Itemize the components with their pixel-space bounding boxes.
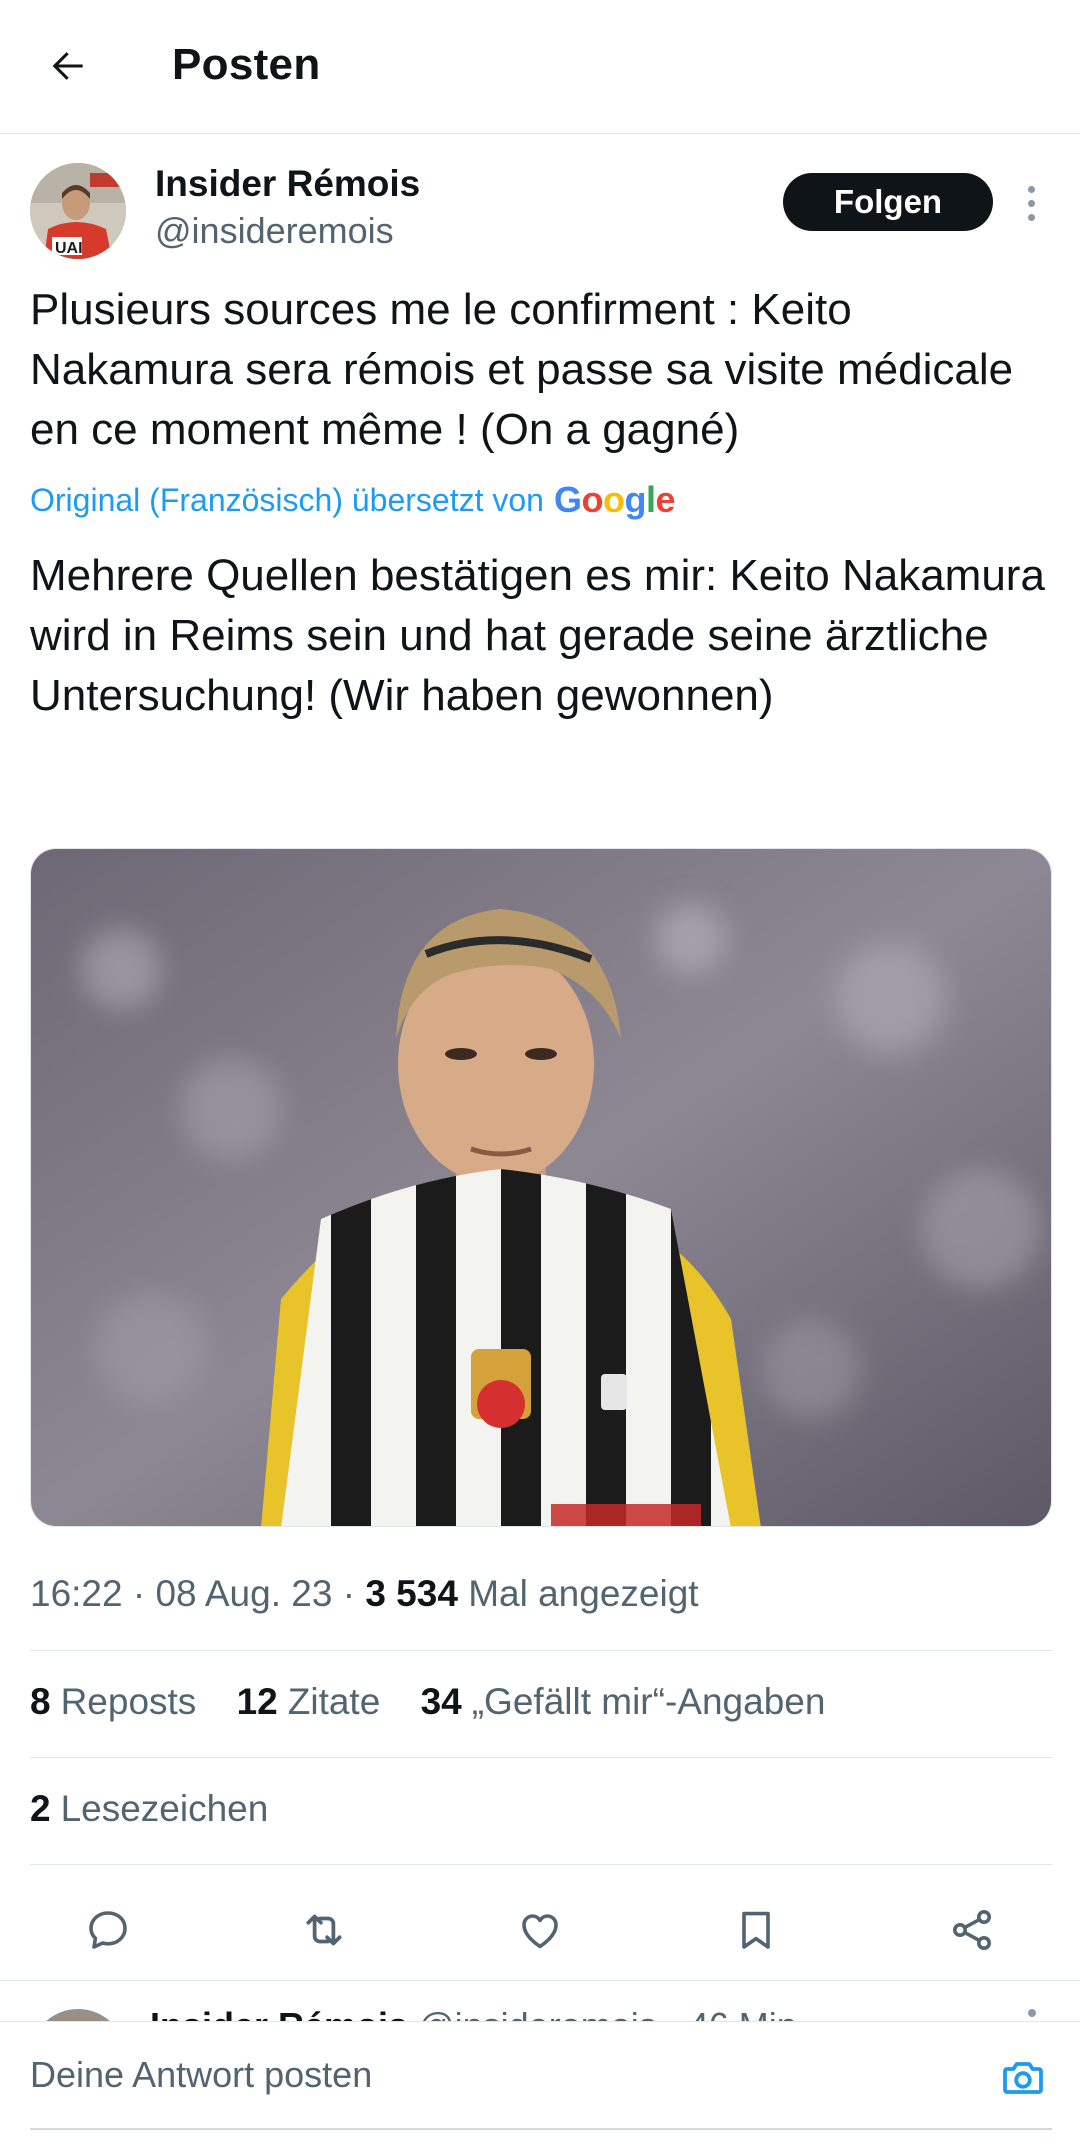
reply-author-meta: @insideremois · 46 Min. (418, 2005, 807, 2021)
bookmark-button[interactable] (724, 1898, 788, 1962)
like-icon (522, 1914, 558, 1949)
camera-button[interactable] (995, 2050, 1051, 2106)
reply-icon (89, 1911, 127, 1949)
google-logo: Google (553, 479, 676, 520)
author-handle[interactable]: @insideremois (155, 210, 394, 252)
reply-input[interactable]: Deine Antwort posten (30, 2022, 960, 2128)
reposts-stat[interactable]: 8 Reposts (30, 1681, 196, 1722)
translation-note: Original (Französisch) übersetzt von (30, 481, 544, 518)
player-photo (31, 849, 1051, 1526)
input-underline (30, 2128, 1052, 2130)
view-count: 3 534 (365, 1573, 458, 1614)
translated-tweet-text: Mehrere Quellen bestätigen es mir: Keito… (30, 551, 1045, 720)
action-bar (0, 1880, 1080, 1980)
divider (30, 1757, 1052, 1758)
more-vertical-icon-dot (1027, 213, 1035, 221)
like-button[interactable] (508, 1898, 572, 1962)
meta-separator: · (332, 1573, 366, 1614)
quotes-count: 12 (236, 1681, 278, 1722)
divider (30, 1650, 1052, 1651)
divider (30, 1864, 1052, 1865)
quotes-label: Zitate (287, 1681, 381, 1722)
author-avatar[interactable]: UAI (30, 163, 126, 259)
repost-icon (306, 1914, 342, 1946)
share-button[interactable] (940, 1898, 1004, 1962)
likes-count: 34 (420, 1681, 462, 1722)
tweet-time: 16:22 (30, 1573, 123, 1614)
back-button[interactable] (36, 34, 100, 98)
engagement-stats: 8 Reposts 12 Zitate 34 „Gefällt mir“-Angabe… (30, 1681, 855, 1723)
bookmarks-stat[interactable]: 2 Lesezeichen (30, 1788, 268, 1830)
quotes-stat[interactable]: 12 Zitate (237, 1681, 381, 1722)
avatar-image: UAI (30, 163, 126, 259)
tweet-date: 08 Aug. 23 (155, 1573, 333, 1614)
bookmarks-count: 2 (30, 1788, 51, 1829)
tweet-text: Plusieurs sources me le confirment : Kei… (30, 285, 1014, 454)
tweet-image[interactable] (30, 848, 1052, 1527)
reply-author: Insider Rémois @insideremois · 46 Min. (150, 2005, 807, 2021)
camera-icon (1003, 2062, 1043, 2094)
repost-button[interactable] (292, 1898, 356, 1962)
reposts-label: Reposts (60, 1681, 197, 1722)
author-name[interactable]: Insider Rémois (155, 163, 420, 205)
meta-separator: · (122, 1573, 156, 1614)
more-vertical-icon-dot (1027, 199, 1035, 207)
svg-text:UAI: UAI (55, 240, 83, 257)
likes-label: „Gefällt mir“-Angaben (471, 1681, 826, 1722)
likes-stat[interactable]: 34 „Gefällt mir“-Angaben (421, 1681, 826, 1722)
tweet-meta: 16:22 · 08 Aug. 23 · 3 534 Mal angezeigt (30, 1573, 699, 1615)
reposts-count: 8 (30, 1681, 51, 1722)
top-app-bar: Posten (0, 0, 1080, 134)
share-icon (953, 1910, 991, 1950)
page-title: Posten (172, 40, 321, 89)
more-options-button[interactable] (1016, 178, 1046, 228)
next-reply-preview[interactable]: Insider Rémois @insideremois · 46 Min. (0, 1981, 1080, 2021)
bookmarks-label: Lesezeichen (60, 1788, 269, 1829)
view-label: Mal angezeigt (457, 1573, 699, 1614)
more-vertical-icon (1027, 185, 1035, 193)
bookmark-icon (742, 1911, 770, 1949)
reply-composer: Deine Antwort posten (0, 2021, 1080, 2144)
avatar (30, 2009, 126, 2021)
translation-attribution[interactable]: Original (Französisch) übersetzt von Goo… (30, 479, 676, 521)
follow-button[interactable]: Folgen (783, 173, 993, 231)
reply-button[interactable] (76, 1898, 140, 1962)
more-vertical-icon[interactable] (1028, 2009, 1036, 2017)
arrow-left-icon (52, 52, 83, 80)
reply-author-name: Insider Rémois (150, 2005, 408, 2021)
